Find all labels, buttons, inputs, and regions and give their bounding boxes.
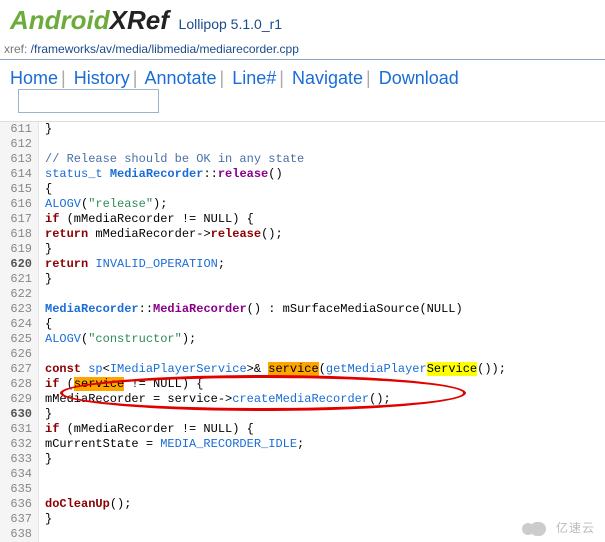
line-number[interactable]: 621 [0, 272, 39, 287]
nav-history[interactable]: History [74, 68, 130, 88]
code-line [39, 137, 45, 152]
nav-sep: | [366, 68, 371, 88]
highlight-service: service [74, 377, 124, 391]
line-number[interactable]: 611 [0, 122, 39, 137]
nav-annotate[interactable]: Annotate [144, 68, 216, 88]
header: AndroidXRef Lollipop 5.1.0_r1 [0, 0, 605, 39]
line-number[interactable]: 628 [0, 377, 39, 392]
nav-navigate[interactable]: Navigate [292, 68, 363, 88]
code-line: if (service != NULL) { [39, 377, 203, 392]
line-number[interactable]: 635 [0, 482, 39, 497]
code-line [39, 482, 45, 497]
code-line: ALOGV("release"); [39, 197, 167, 212]
code-line: ALOGV("constructor"); [39, 332, 196, 347]
code-line: MediaRecorder::MediaRecorder() : mSurfac… [39, 302, 463, 317]
code-line [39, 527, 45, 542]
code-line: status_t MediaRecorder::release() [39, 167, 283, 182]
watermark-text: 亿速云 [556, 522, 595, 536]
line-number[interactable]: 633 [0, 452, 39, 467]
nav-download[interactable]: Download [379, 68, 459, 88]
path-seg-frameworks[interactable]: frameworks [34, 42, 96, 56]
nav-sep: | [133, 68, 138, 88]
path-seg-libmedia[interactable]: libmedia [151, 42, 196, 56]
search-input[interactable] [18, 89, 159, 113]
line-number[interactable]: 616 [0, 197, 39, 212]
code-line: const sp<IMediaPlayerService>& service(g… [39, 362, 506, 377]
highlight-service2: Service [427, 362, 477, 376]
watermark: 亿速云 [520, 522, 595, 537]
nav-home[interactable]: Home [10, 68, 58, 88]
line-number[interactable]: 618 [0, 227, 39, 242]
logo-part2: XRef [110, 5, 169, 35]
code-line: mMediaRecorder = service->createMediaRec… [39, 392, 391, 407]
line-number[interactable]: 630 [0, 407, 39, 422]
nav-sep: | [61, 68, 66, 88]
path-seg-file[interactable]: mediarecorder.cpp [199, 42, 298, 56]
code-comment: // Release should be OK in any state [39, 152, 304, 167]
nav-line[interactable]: Line# [232, 68, 276, 88]
line-number[interactable]: 626 [0, 347, 39, 362]
path-seg-av[interactable]: av [99, 42, 112, 56]
code-line [39, 287, 45, 302]
code-line [39, 347, 45, 362]
line-number[interactable]: 617 [0, 212, 39, 227]
nav-sep: | [279, 68, 284, 88]
code-line: return mMediaRecorder->release(); [39, 227, 283, 242]
line-number[interactable]: 627 [0, 362, 39, 377]
code-line: } [39, 452, 52, 467]
highlight-service: service [268, 362, 318, 376]
code-line: return INVALID_OPERATION; [39, 257, 225, 272]
code-line: { [39, 317, 52, 332]
line-number[interactable]: 624 [0, 317, 39, 332]
line-number[interactable]: 632 [0, 437, 39, 452]
code-line [39, 467, 45, 482]
line-number[interactable]: 623 [0, 302, 39, 317]
nav-bar: Home| History| Annotate| Line#| Navigate… [0, 60, 605, 122]
path-seg-media[interactable]: media [115, 42, 148, 56]
nav-sep: | [220, 68, 225, 88]
line-number[interactable]: 637 [0, 512, 39, 527]
path-bar: xref: /frameworks/av/media/libmedia/medi… [0, 39, 605, 60]
version-label: Lollipop 5.1.0_r1 [179, 16, 283, 32]
line-number[interactable]: 615 [0, 182, 39, 197]
code-line: { [39, 182, 52, 197]
line-number[interactable]: 614 [0, 167, 39, 182]
line-number[interactable]: 625 [0, 332, 39, 347]
line-number[interactable]: 622 [0, 287, 39, 302]
line-number[interactable]: 638 [0, 527, 39, 542]
line-number[interactable]: 634 [0, 467, 39, 482]
logo-part1: Android [10, 5, 110, 35]
line-number[interactable]: 613 [0, 152, 39, 167]
code-line: } [39, 122, 52, 137]
site-logo: AndroidXRef [10, 5, 169, 36]
code-line: } [39, 242, 52, 257]
code-line: if (mMediaRecorder != NULL) { [39, 212, 254, 227]
line-number[interactable]: 619 [0, 242, 39, 257]
line-number[interactable]: 631 [0, 422, 39, 437]
code-line: doCleanUp(); [39, 497, 131, 512]
line-number[interactable]: 629 [0, 392, 39, 407]
line-number[interactable]: 636 [0, 497, 39, 512]
code-line: } [39, 512, 52, 527]
line-number[interactable]: 620 [0, 257, 39, 272]
code-line: if (mMediaRecorder != NULL) { [39, 422, 254, 437]
code-area: 611} 612 613// Release should be OK in a… [0, 122, 605, 542]
cloud-icon [520, 522, 548, 536]
code-line: } [39, 407, 52, 422]
line-number[interactable]: 612 [0, 137, 39, 152]
code-line: mCurrentState = MEDIA_RECORDER_IDLE; [39, 437, 304, 452]
xref-label: xref: [4, 42, 31, 56]
code-line: } [39, 272, 52, 287]
